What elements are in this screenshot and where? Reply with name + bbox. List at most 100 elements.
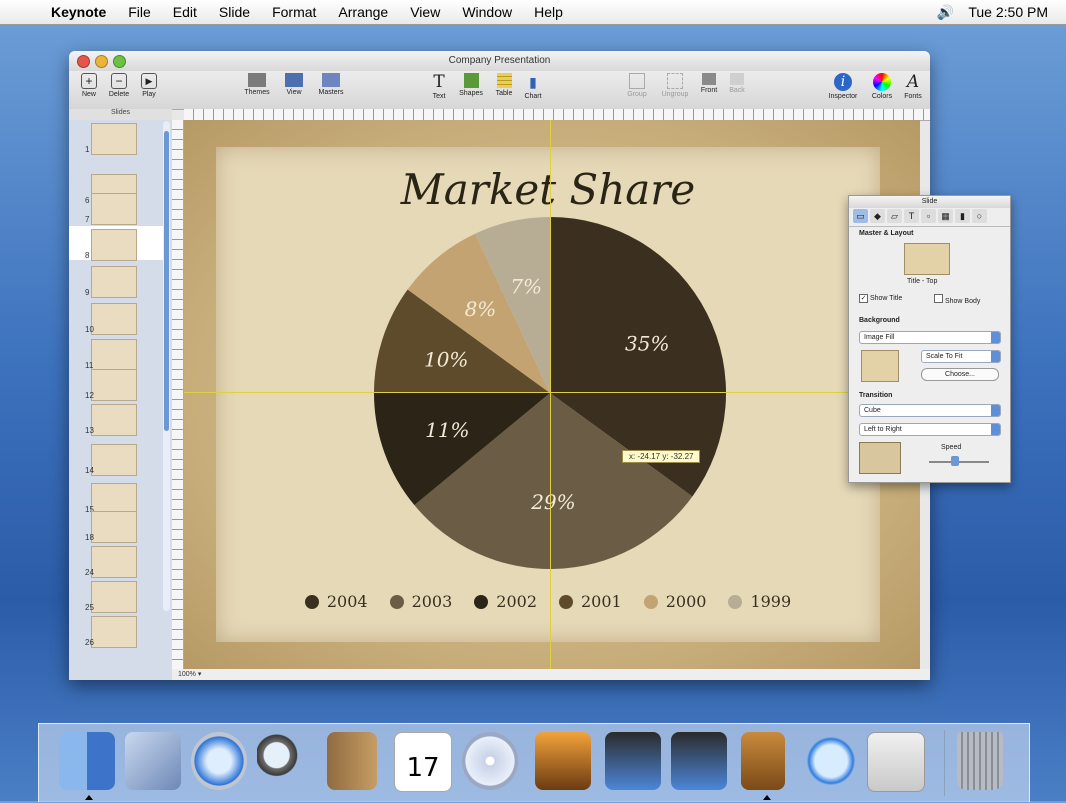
slide-number: 6 bbox=[85, 196, 90, 205]
slide-canvas[interactable]: Market Share 35% 29% 11% 10% 8% 7% 2004 2003 20… bbox=[184, 120, 920, 669]
finder-icon[interactable] bbox=[59, 732, 115, 790]
menu-help[interactable]: Help bbox=[523, 4, 574, 20]
inspector-titlebar[interactable]: Slide bbox=[849, 196, 1010, 208]
group-button[interactable]: Group bbox=[617, 73, 657, 98]
slide-thumbnail[interactable] bbox=[91, 123, 137, 155]
chevron-down-icon bbox=[991, 332, 1000, 343]
slide-thumbnail[interactable] bbox=[91, 404, 137, 436]
slide-thumbnail[interactable] bbox=[91, 581, 137, 613]
slide-thumbnail[interactable] bbox=[91, 303, 137, 335]
search-inspector-tab[interactable]: ○ bbox=[972, 209, 987, 223]
legend-swatch bbox=[728, 594, 743, 609]
chevron-down-icon bbox=[991, 351, 1000, 362]
themes-button[interactable]: Themes bbox=[237, 73, 277, 96]
slide-thumbnail[interactable] bbox=[91, 339, 137, 371]
inspector-button[interactable]: i Inspector bbox=[823, 73, 863, 100]
menu-bar: Keynote File Edit Slide Format Arrange V… bbox=[0, 0, 1066, 25]
color-wheel-icon bbox=[873, 73, 891, 91]
speed-slider[interactable] bbox=[929, 461, 989, 463]
itunes-icon[interactable] bbox=[462, 732, 518, 790]
slide-thumbnail[interactable] bbox=[91, 229, 137, 261]
imovie-icon[interactable] bbox=[605, 732, 661, 790]
iphoto-icon[interactable] bbox=[535, 732, 591, 790]
slide-thumbnail[interactable] bbox=[91, 546, 137, 578]
close-button[interactable] bbox=[77, 55, 90, 68]
slide-thumbnail[interactable] bbox=[91, 266, 137, 298]
quicktime-icon[interactable] bbox=[803, 732, 859, 790]
master-thumbnail[interactable] bbox=[904, 243, 950, 275]
text-icon: T bbox=[433, 72, 445, 92]
slide-thumbnail[interactable] bbox=[91, 511, 137, 543]
slide-thumbnail[interactable] bbox=[91, 444, 137, 476]
trash-icon[interactable] bbox=[957, 732, 1003, 790]
ungroup-icon bbox=[667, 73, 683, 89]
keynote-dock-icon[interactable] bbox=[741, 732, 785, 790]
menu-slide[interactable]: Slide bbox=[208, 4, 261, 20]
back-button[interactable]: Back bbox=[717, 73, 757, 94]
legend-label: 2001 bbox=[581, 592, 622, 611]
show-title-checkbox[interactable]: ✓ Show Title bbox=[859, 294, 902, 303]
legend-item: 2003 bbox=[389, 592, 452, 611]
fonts-button[interactable]: A Fonts bbox=[893, 72, 930, 100]
slide-thumbnail[interactable] bbox=[91, 193, 137, 225]
horizontal-guide bbox=[184, 392, 920, 393]
zoom-menu[interactable]: 100% ▾ bbox=[172, 669, 930, 680]
safari-icon[interactable] bbox=[191, 732, 247, 790]
slide-inspector-tab[interactable]: ▭ bbox=[853, 209, 868, 223]
text-inspector-tab[interactable]: T bbox=[904, 209, 919, 223]
ical-icon[interactable]: 17 bbox=[394, 732, 452, 792]
legend-label: 2000 bbox=[665, 592, 707, 611]
menu-app-keynote[interactable]: Keynote bbox=[40, 4, 117, 20]
masters-button[interactable]: Masters bbox=[311, 73, 351, 96]
menu-window[interactable]: Window bbox=[451, 4, 523, 20]
menu-format[interactable]: Format bbox=[261, 4, 327, 20]
slide-thumbnail[interactable] bbox=[91, 616, 137, 648]
sherlock-icon[interactable] bbox=[257, 732, 313, 790]
address-book-icon[interactable] bbox=[327, 732, 377, 790]
choose-button[interactable]: Choose... bbox=[921, 368, 999, 381]
play-button[interactable]: ▶ Play bbox=[129, 73, 169, 98]
minimize-button[interactable] bbox=[95, 55, 108, 68]
system-preferences-icon[interactable] bbox=[867, 732, 925, 792]
menu-view[interactable]: View bbox=[399, 4, 451, 20]
zoom-button[interactable] bbox=[113, 55, 126, 68]
graphic-inspector-tab[interactable]: ◆ bbox=[870, 209, 885, 223]
build-inspector-tab[interactable]: ▫ bbox=[921, 209, 936, 223]
fonts-icon: A bbox=[906, 72, 920, 92]
plus-icon: + bbox=[81, 73, 97, 89]
slide-number: 13 bbox=[85, 426, 94, 435]
chart-inspector-tab[interactable]: ▮ bbox=[955, 209, 970, 223]
slide-number: 8 bbox=[85, 251, 90, 260]
direction-popup[interactable]: Left to Right bbox=[859, 423, 1001, 436]
idvd-icon[interactable] bbox=[671, 732, 727, 790]
metrics-inspector-tab[interactable]: ▱ bbox=[887, 209, 902, 223]
slide-thumbnail[interactable] bbox=[91, 369, 137, 401]
menu-arrange[interactable]: Arrange bbox=[327, 4, 399, 20]
slide-number: 18 bbox=[85, 533, 94, 542]
table-inspector-tab[interactable]: ▦ bbox=[938, 209, 953, 223]
window-titlebar[interactable]: Company Presentation bbox=[69, 51, 930, 71]
master-name: Title - Top bbox=[907, 278, 938, 285]
vertical-ruler bbox=[172, 120, 184, 669]
transition-popup[interactable]: Cube bbox=[859, 404, 1001, 417]
menu-file[interactable]: File bbox=[117, 4, 162, 20]
show-body-checkbox[interactable]: Show Body bbox=[934, 294, 980, 305]
background-fill-popup[interactable]: Image Fill bbox=[859, 331, 1001, 344]
slide-number: 1 bbox=[85, 145, 90, 154]
chart-button[interactable]: ▮ Chart bbox=[513, 73, 553, 101]
menubar-clock[interactable]: Tue 2:50 PM bbox=[968, 4, 1048, 20]
pie-value-label: 10% bbox=[424, 347, 468, 371]
image-well[interactable] bbox=[861, 350, 899, 382]
table-icon bbox=[496, 73, 512, 88]
speaker-icon[interactable]: 🔊 bbox=[937, 4, 954, 21]
scale-popup[interactable]: Scale To Fit bbox=[921, 350, 1001, 363]
sidebar-scroll-thumb[interactable] bbox=[164, 131, 169, 431]
menu-edit[interactable]: Edit bbox=[162, 4, 208, 20]
legend-item: 2002 bbox=[474, 592, 537, 611]
speed-slider-thumb[interactable] bbox=[951, 456, 959, 466]
slide[interactable]: Market Share 35% 29% 11% 10% 8% 7% 2004 2003 20… bbox=[216, 147, 880, 642]
pie-chart[interactable]: 35% 29% 11% 10% 8% 7% bbox=[216, 147, 880, 642]
mail-icon[interactable] bbox=[125, 732, 181, 790]
transition-preview bbox=[859, 442, 901, 474]
view-button[interactable]: View bbox=[274, 73, 314, 96]
